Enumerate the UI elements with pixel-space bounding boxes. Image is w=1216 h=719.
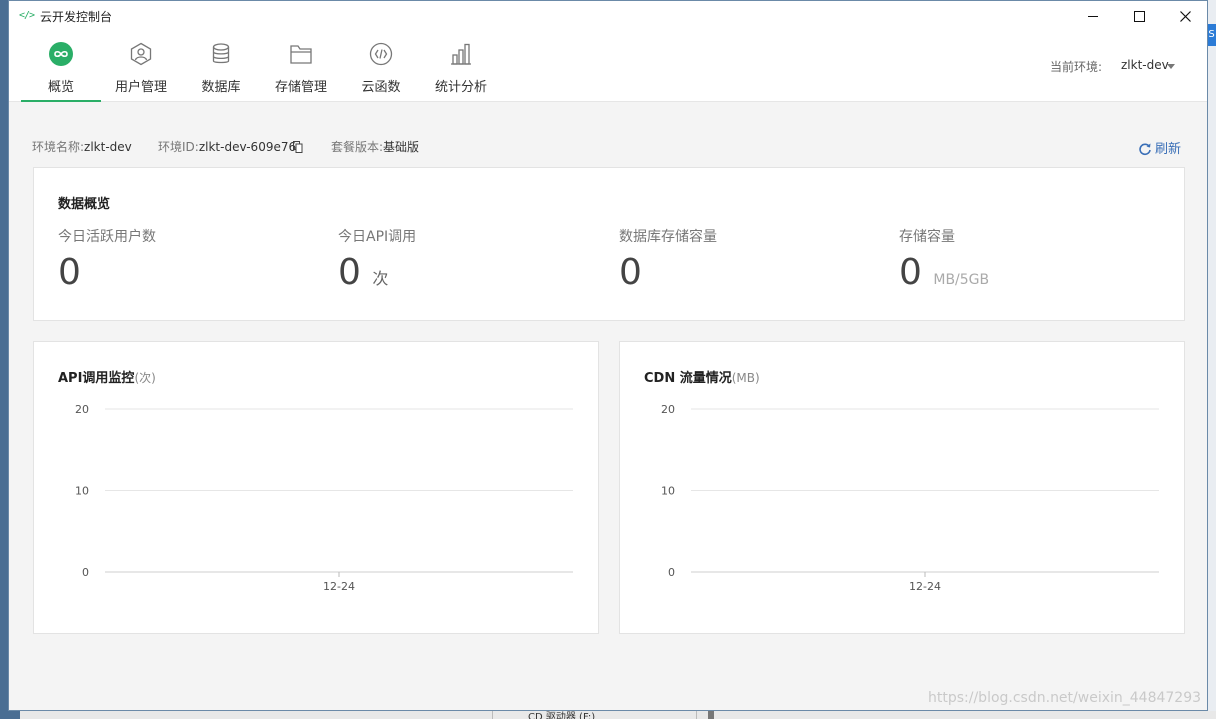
tab-cloud-function[interactable]: 云函数 <box>341 31 421 101</box>
x-tick-label: 12-24 <box>323 580 355 593</box>
chevron-down-icon[interactable] <box>1167 64 1175 69</box>
metric-number: 0 <box>619 252 642 293</box>
desktop-background-strip <box>1207 0 1216 719</box>
plan-label: 套餐版本: <box>331 140 384 154</box>
refresh-button[interactable]: 刷新 <box>1138 138 1181 157</box>
y-tick-label: 20 <box>75 403 89 416</box>
tab-label: 用户管理 <box>114 80 167 95</box>
chart-title-unit: (MB) <box>731 371 760 385</box>
tab-label: 云函数 <box>361 80 401 95</box>
folder-icon <box>290 45 312 64</box>
metric-value: 0 次 <box>338 251 388 301</box>
tab-statistics[interactable]: 统计分析 <box>421 31 501 101</box>
tab-database[interactable]: 数据库 <box>181 31 261 101</box>
chart-icon <box>451 43 471 65</box>
overview-card <box>33 167 1185 321</box>
metric-unit: 次 <box>372 269 389 288</box>
metric-label: 数据库存储容量 <box>619 229 717 245</box>
env-name-value: zlkt-dev <box>84 140 132 154</box>
plan-info: 套餐版本:基础版 <box>331 138 419 155</box>
background-window-tab: S <box>1207 24 1216 46</box>
cdn-traffic-chart: 20 10 0 12-24 <box>661 403 1159 593</box>
app-window: </> 云开发控制台 概览 用户管理 数据库 存储管理 云函数 统计分析 当前环… <box>8 0 1208 711</box>
env-selector[interactable]: zlkt-dev <box>1121 58 1169 72</box>
code-icon: </> <box>19 10 35 21</box>
tab-label: 统计分析 <box>434 80 487 95</box>
watermark: https://blog.csdn.net/weixin_44847293 <box>928 690 1202 706</box>
metric-label: 今日活跃用户数 <box>58 229 156 245</box>
metric-label: 存储容量 <box>899 229 955 245</box>
title-bar[interactable]: </> 云开发控制台 <box>9 1 1207 31</box>
env-id-label: 环境ID: <box>158 140 199 154</box>
chart-title-unit: (次) <box>134 371 156 385</box>
metric-unit: MB/5GB <box>933 272 990 288</box>
minimize-icon <box>1088 15 1098 17</box>
overview-icon <box>49 42 73 66</box>
window-title: 云开发控制台 <box>40 10 113 24</box>
tab-label: 概览 <box>47 80 74 95</box>
tab-overview[interactable]: 概览 <box>21 31 101 102</box>
x-tick-label: 12-24 <box>909 580 941 593</box>
tab-label: 存储管理 <box>274 80 327 95</box>
y-tick-label: 0 <box>668 566 675 579</box>
env-name-info: 环境名称:zlkt-dev <box>32 138 132 155</box>
tab-user-management[interactable]: 用户管理 <box>101 31 181 101</box>
metric-value: 0 <box>58 251 81 295</box>
env-name-label: 环境名称: <box>32 140 85 154</box>
metric-number: 0 <box>58 252 81 293</box>
maximize-icon <box>1133 10 1145 22</box>
minimize-button[interactable] <box>1070 1 1116 31</box>
env-id-value: zlkt-dev-609e76 <box>198 140 297 154</box>
cdn-traffic-title: CDN 流量情况(MB) <box>644 367 760 386</box>
maximize-button[interactable] <box>1116 1 1162 31</box>
refresh-label: 刷新 <box>1155 142 1182 157</box>
chart-title: API调用监控 <box>58 371 135 386</box>
y-tick-label: 10 <box>75 485 89 498</box>
database-icon <box>212 43 230 64</box>
y-tick-label: 0 <box>82 566 89 579</box>
metric-number: 0 <box>899 252 922 293</box>
refresh-icon <box>1139 143 1151 156</box>
copy-icon[interactable] <box>293 141 303 153</box>
close-icon <box>1179 10 1191 22</box>
tab-label: 数据库 <box>201 80 241 95</box>
metric-label: 今日API调用 <box>338 229 417 245</box>
metric-number: 0 <box>338 252 361 293</box>
top-nav: 概览 用户管理 数据库 存储管理 云函数 统计分析 当前环境: zlkt-dev <box>9 31 1207 102</box>
api-monitor-chart: 20 10 0 12-24 <box>75 403 573 593</box>
y-tick-label: 20 <box>661 403 675 416</box>
close-button[interactable] <box>1162 1 1207 31</box>
env-selector-label: 当前环境: <box>1050 60 1103 74</box>
tab-storage[interactable]: 存储管理 <box>261 31 341 101</box>
api-monitor-title: API调用监控(次) <box>58 367 156 386</box>
cloud-function-icon <box>369 42 393 66</box>
y-tick-label: 10 <box>661 485 675 498</box>
env-id-info: 环境ID:zlkt-dev-609e76 <box>158 138 296 155</box>
overview-title: 数据概览 <box>58 197 111 212</box>
metric-value: 0 <box>619 251 642 295</box>
plan-value: 基础版 <box>383 140 420 154</box>
chart-title: CDN 流量情况 <box>644 371 732 386</box>
user-icon <box>130 42 152 66</box>
metric-value: 0 MB/5GB <box>899 251 989 302</box>
active-tab-indicator <box>21 100 101 102</box>
